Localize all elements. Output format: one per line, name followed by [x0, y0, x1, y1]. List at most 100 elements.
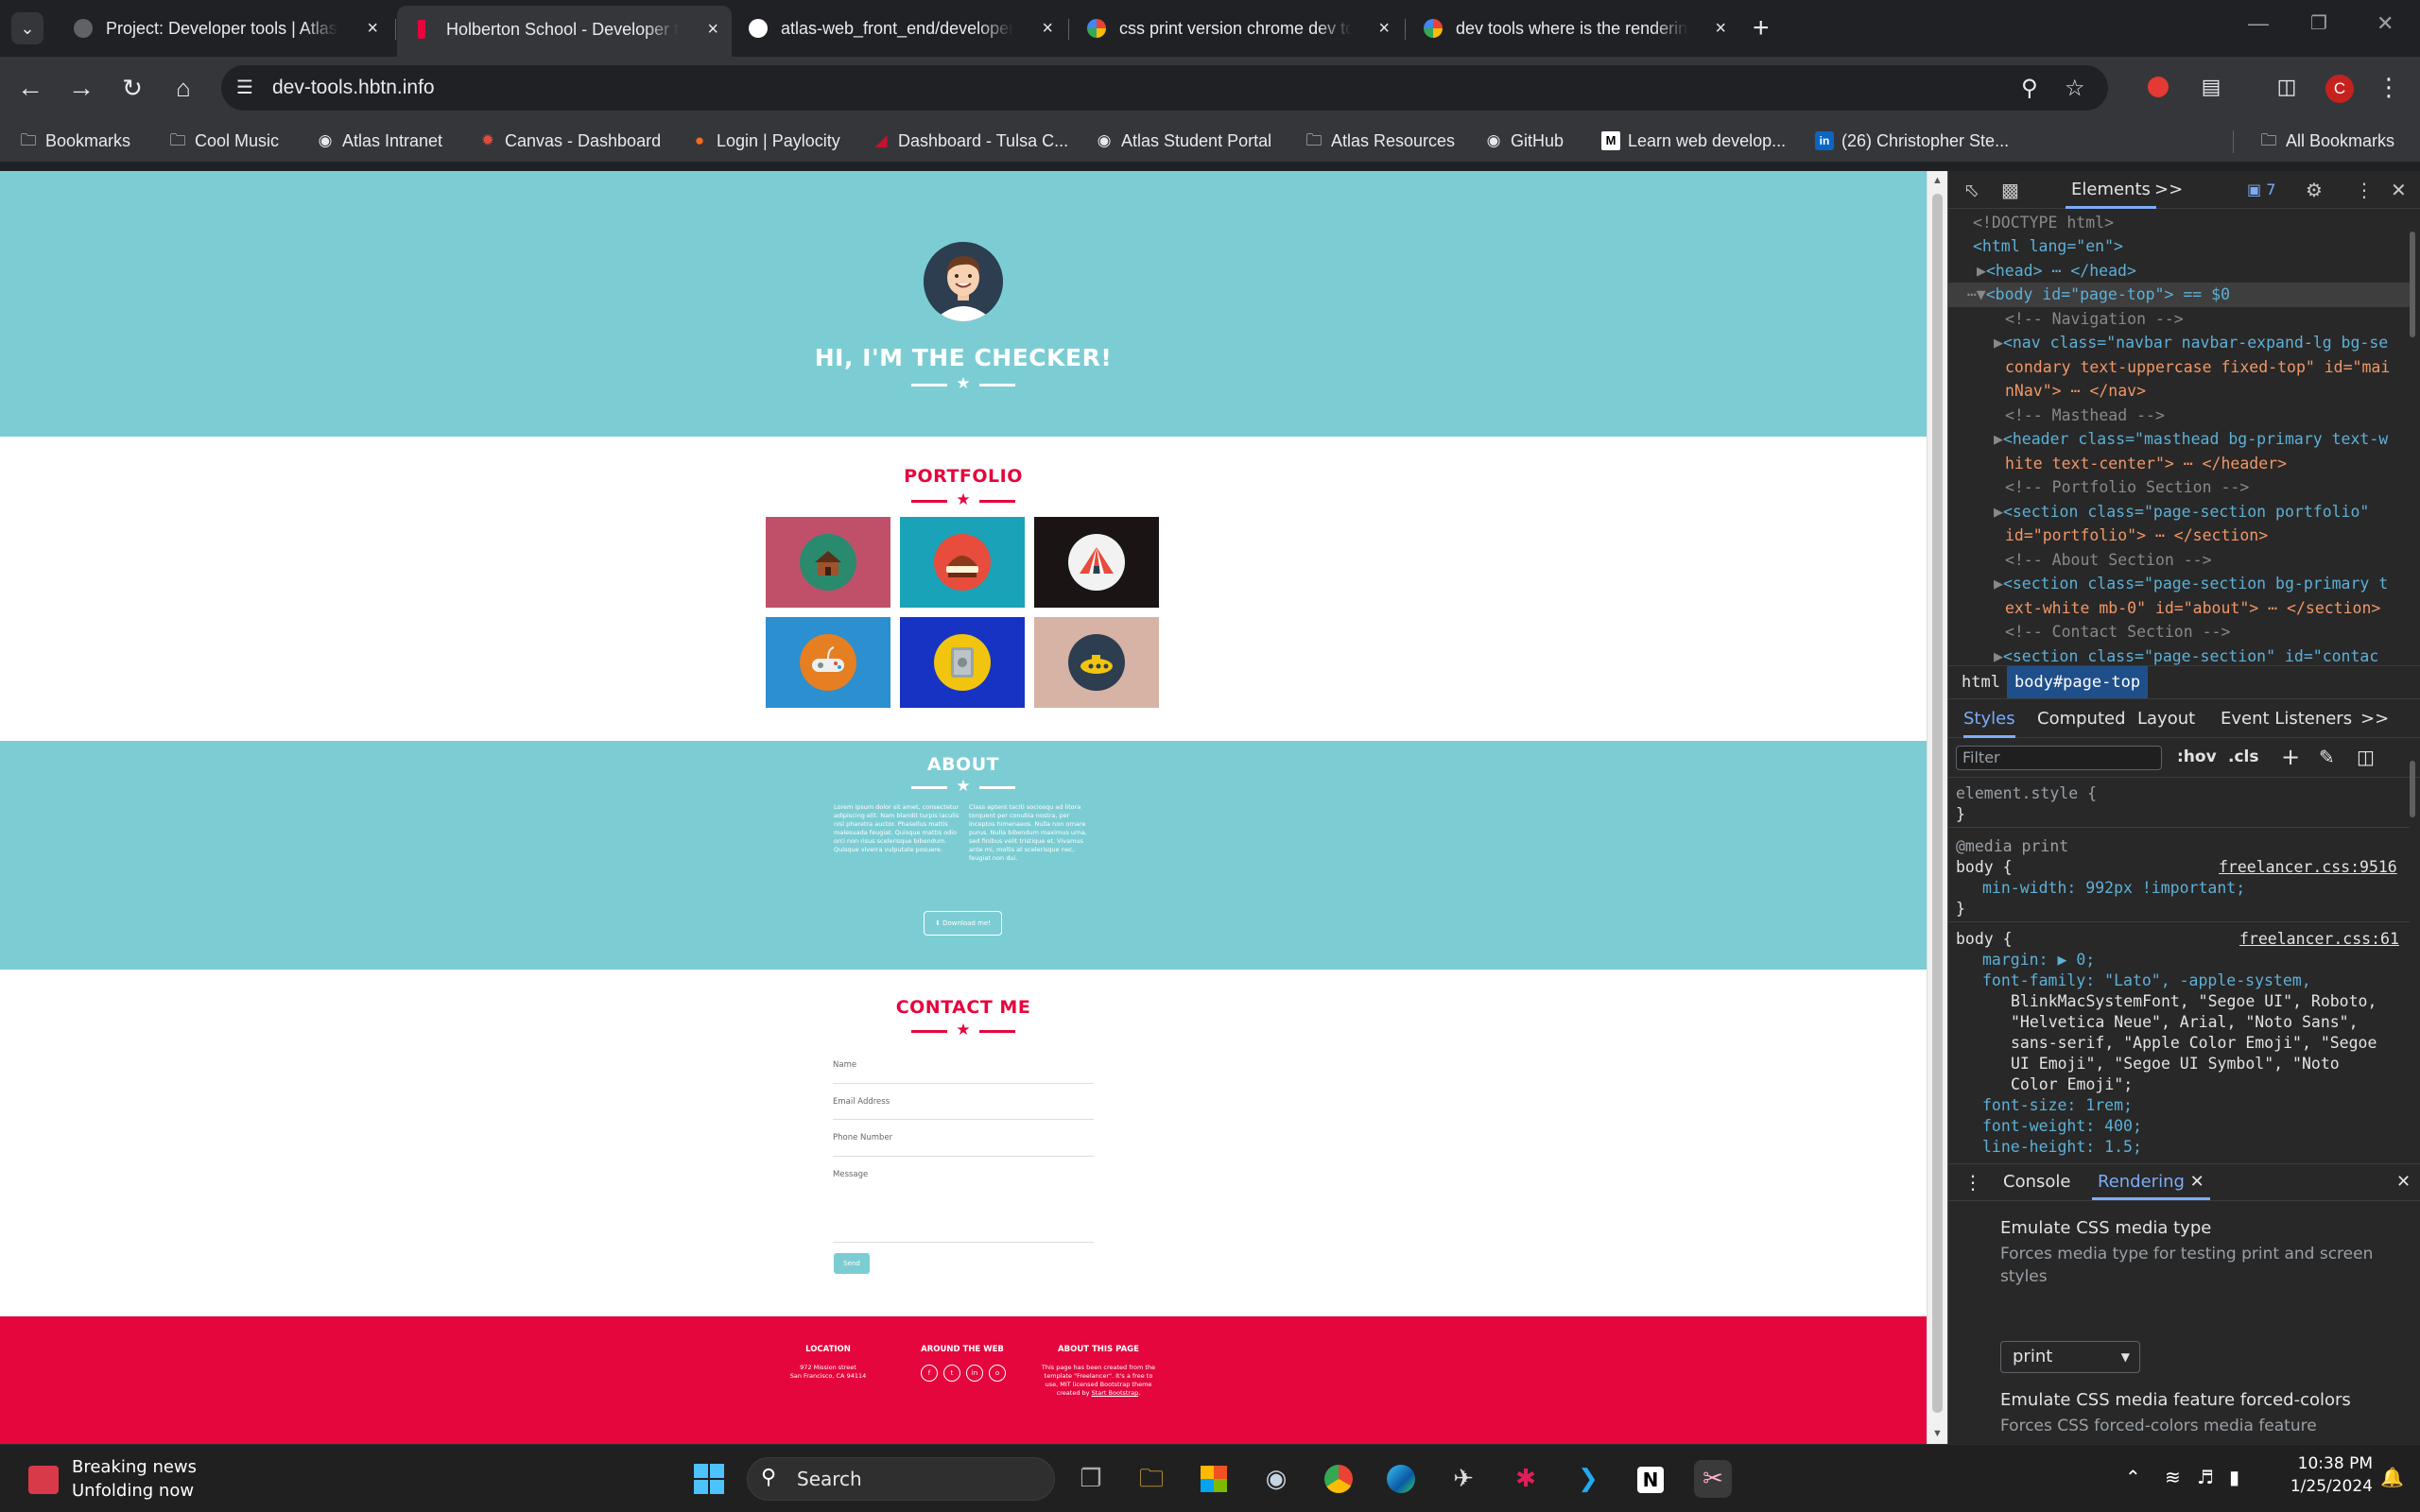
taskbar-search[interactable]: ⚲ Search	[747, 1457, 1055, 1501]
news-title[interactable]: Breaking news	[72, 1457, 197, 1477]
task-view-icon[interactable]: ❐	[1072, 1460, 1110, 1498]
drawer-menu-icon[interactable]: ⋮	[1963, 1164, 1982, 1200]
send-button[interactable]: Send	[834, 1253, 870, 1274]
tab-rendering[interactable]: Rendering ✕	[2092, 1164, 2210, 1200]
inspect-element-icon[interactable]: ⬁	[1963, 179, 1979, 201]
zoom-icon[interactable]: ⚲	[2021, 75, 2038, 102]
notification-bell-icon[interactable]: 🔔	[2380, 1466, 2404, 1488]
tab-console[interactable]: Console	[2003, 1164, 2070, 1200]
bookmark-github[interactable]: ◉ GitHub	[1484, 119, 1564, 163]
reload-icon[interactable]: ↻	[115, 71, 149, 105]
close-icon[interactable]: ✕	[2190, 1172, 2204, 1192]
dom-node-selected[interactable]: ⋯▼<body id="page-top"> == $0	[1948, 283, 2411, 307]
dom-node[interactable]: ▶<section class="page-section portfolio"	[1994, 500, 2369, 524]
home-icon[interactable]: ⌂	[166, 71, 200, 105]
dom-node[interactable]: <!-- Navigation -->	[2005, 307, 2184, 332]
wifi-icon[interactable]: ≋	[2165, 1466, 2181, 1488]
bookmark-linkedin[interactable]: in (26) Christopher Ste...	[1815, 119, 2009, 163]
microsoft-store-icon[interactable]	[1195, 1460, 1233, 1498]
close-icon[interactable]: ×	[367, 8, 378, 49]
battery-icon[interactable]: ▮	[2229, 1466, 2239, 1488]
download-button[interactable]: ⬇ Download me!	[924, 911, 1002, 936]
styles-scrollbar[interactable]	[2408, 742, 2417, 1139]
close-icon[interactable]: ×	[1378, 8, 1390, 49]
bookmark-atlas-resources[interactable]: 🗀 Atlas Resources	[1305, 119, 1456, 163]
more-subtabs-icon[interactable]: >>	[2360, 700, 2389, 738]
dom-node[interactable]: ▶<section class="page-section bg-primary…	[1994, 572, 2388, 596]
vscode-icon[interactable]: ❯	[1569, 1460, 1607, 1498]
address-bar[interactable]: ☰ dev-tools.hbtn.info ⚲ ☆	[221, 65, 2108, 111]
extensions-puzzle-icon[interactable]: ▤	[2197, 73, 2225, 101]
settings-gear-icon[interactable]: ⚙	[2306, 179, 2323, 201]
page-scrollbar[interactable]: ▲ ▼	[1927, 171, 1947, 1444]
dom-node[interactable]: <!-- Contact Section -->	[2005, 620, 2230, 644]
tab-css-print[interactable]: css print version chrome dev to ×	[1070, 8, 1403, 49]
side-panel-icon[interactable]: ◫	[2273, 73, 2301, 101]
scroll-up-icon[interactable]: ▲	[1932, 175, 1943, 186]
tab-project-developer-tools[interactable]: Project: Developer tools | Atlas ×	[57, 8, 391, 49]
dom-node[interactable]: <!-- Portfolio Section -->	[2005, 475, 2249, 500]
tab-github-atlas[interactable]: atlas-web_front_end/developer ×	[732, 8, 1066, 49]
bookmark-cool-music[interactable]: 🗀 Cool Music	[168, 119, 280, 163]
dom-node[interactable]: <!-- About Section -->	[2005, 548, 2212, 573]
dribbble-icon[interactable]: o	[989, 1365, 1006, 1382]
dom-scrollbar[interactable]	[2408, 213, 2417, 662]
dom-node[interactable]: <!-- Masthead -->	[2005, 404, 2165, 428]
portfolio-item-cabin[interactable]	[766, 517, 890, 608]
issues-badge[interactable]: ▣ 7	[2247, 171, 2275, 209]
linkedin-icon[interactable]: in	[966, 1365, 983, 1382]
url-text[interactable]: dev-tools.hbtn.info	[272, 65, 435, 111]
paint-icon[interactable]: ✎	[2319, 746, 2335, 768]
bookmark-tulsa[interactable]: ◢ Dashboard - Tulsa C...	[872, 119, 1068, 163]
scroll-down-icon[interactable]: ▼	[1932, 1428, 1943, 1439]
bookmark-mdn[interactable]: M Learn web develop...	[1601, 119, 1786, 163]
cls-toggle[interactable]: .cls	[2228, 747, 2258, 766]
bookmark-star-icon[interactable]: ☆	[2065, 75, 2085, 102]
window-close-icon[interactable]: ✕	[2377, 11, 2394, 36]
back-icon[interactable]: ←	[13, 71, 47, 105]
tab-elements[interactable]: Elements	[2066, 171, 2156, 209]
toggle-sidebar-icon[interactable]: ◫	[2357, 746, 2375, 768]
file-explorer-icon[interactable]: 🗀	[1132, 1460, 1170, 1498]
facebook-icon[interactable]: f	[921, 1365, 938, 1382]
portfolio-item-safe[interactable]	[900, 617, 1025, 708]
twitter-icon[interactable]: t	[943, 1365, 960, 1382]
dom-node[interactable]: ▶<head> ⋯ </head>	[1977, 259, 2136, 284]
notion-icon[interactable]: N	[1632, 1460, 1669, 1498]
tab-computed[interactable]: Computed	[2037, 700, 2126, 738]
dom-node[interactable]: ▶<nav class="navbar navbar-expand-lg bg-…	[1994, 331, 2388, 355]
close-icon[interactable]: ×	[707, 6, 718, 53]
bookmark-atlas-student-portal[interactable]: ◉ Atlas Student Portal	[1095, 119, 1272, 163]
tab-search-icon[interactable]: ⌄	[11, 12, 43, 44]
slack-icon[interactable]: ✱	[1507, 1460, 1545, 1498]
dom-node[interactable]: <html lang="en">	[1973, 234, 2123, 259]
close-icon[interactable]: ×	[1042, 8, 1053, 49]
close-drawer-icon[interactable]: ✕	[2396, 1164, 2411, 1200]
browser-menu-icon[interactable]: ⋮	[2375, 73, 2403, 101]
new-rule-icon[interactable]: +	[2281, 744, 2300, 770]
steam-icon[interactable]: ◉	[1257, 1460, 1295, 1498]
tab-dev-tools-rendering[interactable]: dev tools where is the rendering ×	[1407, 8, 1739, 49]
extension-icon[interactable]	[2148, 77, 2169, 97]
hov-toggle[interactable]: :hov	[2177, 747, 2217, 766]
portfolio-item-submarine[interactable]	[1034, 617, 1159, 708]
devtools-menu-icon[interactable]: ⋮	[2355, 179, 2374, 201]
breadcrumb-html[interactable]: html	[1962, 666, 2000, 698]
scrollbar-thumb[interactable]	[1932, 194, 1943, 1413]
clock[interactable]: 10:38 PM 1/25/2024	[2269, 1454, 2373, 1496]
phone-field[interactable]: Phone Number	[833, 1133, 892, 1143]
site-info-icon[interactable]: ☰	[233, 76, 257, 100]
bookmark-bookmarks[interactable]: 🗀 Bookmarks	[19, 119, 131, 163]
close-icon[interactable]: ×	[1715, 8, 1726, 49]
more-tabs-icon[interactable]: >>	[2154, 171, 2183, 209]
bookmark-paylocity[interactable]: ● Login | Paylocity	[690, 119, 840, 163]
new-tab-button[interactable]: +	[1753, 12, 1770, 44]
breadcrumb-body[interactable]: body#page-top	[2007, 666, 2149, 698]
show-hidden-icons[interactable]: ⌃	[2125, 1466, 2141, 1488]
email-field[interactable]: Email Address	[833, 1097, 890, 1107]
tab-styles[interactable]: Styles	[1963, 700, 2015, 738]
close-devtools-icon[interactable]: ✕	[2391, 179, 2407, 201]
news-subtitle[interactable]: Unfolding now	[72, 1481, 194, 1501]
portfolio-item-circus[interactable]	[1034, 517, 1159, 608]
filter-input[interactable]: Filter	[1956, 746, 2162, 770]
